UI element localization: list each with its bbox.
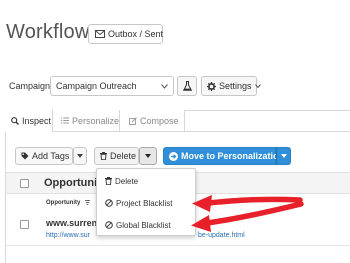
tabs-baseline <box>185 131 350 132</box>
select-all-checkbox[interactable] <box>20 179 29 188</box>
trash-icon <box>105 177 112 185</box>
trash-icon <box>100 152 107 160</box>
row-title-link[interactable]: www.surrend <box>46 218 103 228</box>
move-dropdown-toggle[interactable] <box>276 147 291 165</box>
settings-button[interactable]: Settings <box>201 76 261 96</box>
filter-icon <box>85 200 90 206</box>
edit-icon <box>129 116 137 125</box>
tag-icon <box>21 152 29 160</box>
row-divider <box>6 245 350 246</box>
tab-inspect-label: Inspect <box>22 116 52 126</box>
tab-personalize[interactable]: Personalize <box>53 110 120 132</box>
tab-compose-label: Compose <box>140 115 179 126</box>
dropdown-item-project-blacklist[interactable]: Project Blacklist <box>105 197 193 209</box>
gear-icon <box>207 81 216 91</box>
ban-icon <box>105 221 113 229</box>
move-to-personalization-label: Move to Personalization <box>181 151 285 161</box>
delete-label: Delete <box>110 151 137 161</box>
move-to-personalization-button[interactable]: Move to Personalization <box>163 147 284 165</box>
ban-icon <box>105 199 113 207</box>
campaign-select-value: Campaign Outreach <box>56 81 137 91</box>
dropdown-item-global-blacklist[interactable]: Global Blacklist <box>105 219 193 231</box>
arrow-circle-right-icon <box>169 151 178 161</box>
search-icon <box>11 117 19 125</box>
settings-label: Settings <box>219 81 252 91</box>
dropdown-item-project-blacklist-label: Project Blacklist <box>116 198 173 208</box>
campaign-select[interactable]: Campaign Outreach <box>50 76 174 96</box>
add-tags-dropdown-toggle[interactable] <box>73 147 87 165</box>
row-url-link-left[interactable]: http://www.sur <box>46 232 90 239</box>
tab-compose[interactable]: Compose <box>120 110 185 132</box>
dropdown-item-delete[interactable]: Delete <box>105 175 193 187</box>
row-url-link-right[interactable]: be-update.html <box>198 232 245 239</box>
tab-inspect[interactable]: Inspect <box>5 110 53 132</box>
delete-dropdown-toggle[interactable] <box>139 147 157 165</box>
flask-button[interactable] <box>177 76 197 96</box>
caret-down-icon <box>77 154 83 158</box>
table-subheader-opportunity: Opportunity <box>46 200 81 206</box>
caret-down-icon <box>280 154 287 158</box>
dropdown-item-global-blacklist-label: Global Blacklist <box>116 220 171 230</box>
page-title: Workflow <box>6 21 90 43</box>
list-icon <box>61 117 69 124</box>
tab-personalize-label: Personalize <box>72 115 120 126</box>
campaign-label: Campaign: <box>9 81 53 91</box>
delete-button[interactable]: Delete <box>94 147 139 165</box>
add-tags-button[interactable]: Add Tags <box>15 147 73 165</box>
row-checkbox[interactable] <box>20 220 29 229</box>
chevron-down-icon <box>161 84 168 89</box>
envelope-icon <box>95 30 105 38</box>
chevron-down-icon <box>254 84 261 88</box>
dropdown-item-delete-label: Delete <box>115 176 139 186</box>
flask-icon <box>182 81 192 91</box>
outbox-sent-button[interactable]: Outbox / Sent <box>88 24 163 44</box>
add-tags-label: Add Tags <box>32 151 70 161</box>
caret-down-icon <box>145 154 151 158</box>
outbox-sent-label: Outbox / Sent <box>108 29 164 39</box>
